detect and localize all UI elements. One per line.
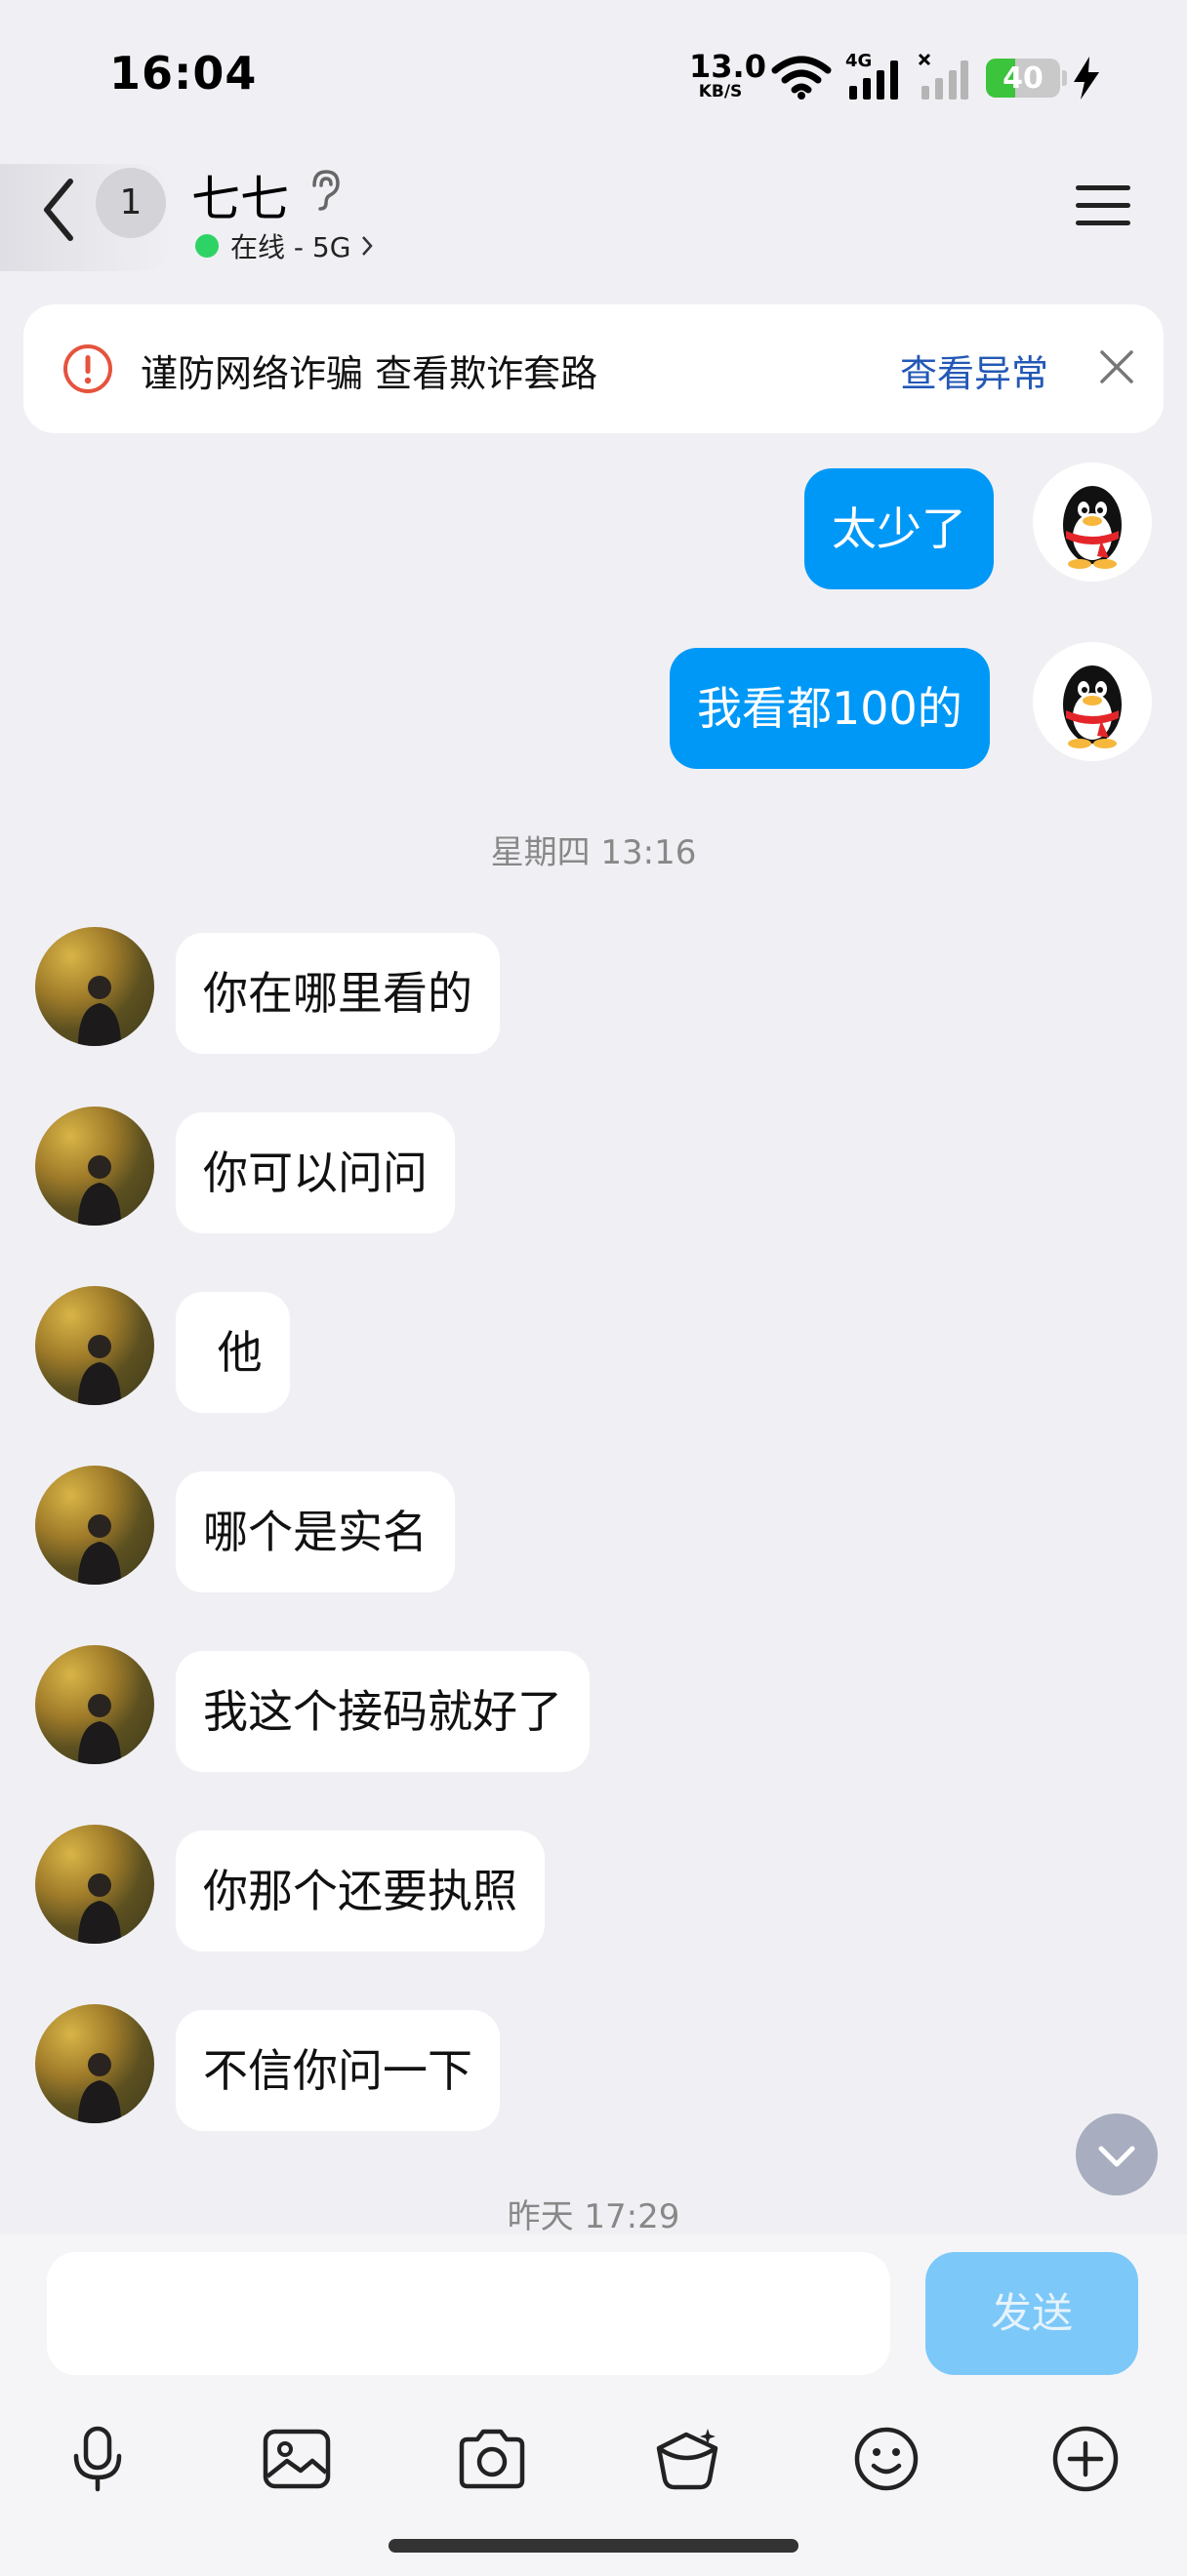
network-speed: 13.0 KB/S bbox=[689, 48, 766, 101]
emoji-button[interactable] bbox=[838, 2410, 935, 2508]
photo-button[interactable] bbox=[248, 2410, 346, 2508]
online-status[interactable]: 在线 - 5G bbox=[195, 226, 374, 265]
message-bubble-incoming[interactable]: 他 bbox=[176, 1292, 290, 1413]
signal-no-service-icon bbox=[918, 53, 968, 100]
message-input[interactable] bbox=[47, 2252, 890, 2375]
send-button[interactable]: 发送 bbox=[925, 2252, 1138, 2375]
person-photo-icon bbox=[78, 976, 121, 1046]
status-time: 16:04 bbox=[109, 47, 258, 100]
message-bubble-incoming[interactable]: 不信你问一下 bbox=[176, 2010, 500, 2131]
close-icon[interactable] bbox=[1097, 347, 1136, 386]
person-photo-icon bbox=[78, 2053, 121, 2123]
battery-tip bbox=[1062, 70, 1067, 86]
message-bubble-incoming[interactable]: 我这个接码就好了 bbox=[176, 1651, 590, 1772]
person-photo-icon bbox=[78, 1514, 121, 1585]
battery-icon: 40 bbox=[986, 59, 1060, 98]
my-avatar[interactable] bbox=[1033, 642, 1152, 761]
battery-level: 40 bbox=[1003, 61, 1044, 96]
wifi-icon bbox=[771, 56, 832, 100]
fraud-warning-text[interactable]: 谨防网络诈骗 查看欺诈套路 bbox=[141, 343, 597, 397]
message-bubble-outgoing[interactable]: 我看都100的 bbox=[670, 648, 990, 769]
person-photo-icon bbox=[78, 1335, 121, 1405]
camera-button[interactable] bbox=[443, 2410, 541, 2508]
scroll-to-bottom-button[interactable] bbox=[1076, 2113, 1158, 2195]
back-arrow-icon[interactable] bbox=[39, 176, 78, 244]
message-list[interactable]: 太少了 我看都100的 星期四 13:16 你在哪里看的 你可以问问 他 哪个是… bbox=[0, 449, 1187, 2234]
composer-bar: 发送 bbox=[0, 2234, 1187, 2576]
home-indicator[interactable] bbox=[389, 2539, 798, 2553]
person-photo-icon bbox=[78, 1694, 121, 1764]
ear-icon bbox=[312, 170, 340, 211]
more-button[interactable] bbox=[1037, 2410, 1134, 2508]
penguin-avatar-icon bbox=[1063, 665, 1122, 748]
person-photo-icon bbox=[78, 1873, 121, 1944]
online-dot bbox=[195, 234, 219, 258]
message-bubble-incoming[interactable]: 你那个还要执照 bbox=[176, 1831, 545, 1952]
online-status-text: 在线 - 5G bbox=[230, 231, 351, 263]
network-speed-value: 13.0 bbox=[689, 48, 766, 85]
contact-name[interactable]: 七七 bbox=[191, 160, 289, 230]
menu-icon[interactable] bbox=[1074, 181, 1132, 230]
contact-avatar[interactable] bbox=[35, 1286, 154, 1405]
chat-header: 1 七七 在线 - 5G bbox=[0, 146, 1187, 293]
contact-avatar[interactable] bbox=[35, 1645, 154, 1764]
network-speed-unit: KB/S bbox=[698, 82, 743, 101]
penguin-avatar-icon bbox=[1063, 486, 1122, 569]
message-bubble-incoming[interactable]: 你在哪里看的 bbox=[176, 933, 500, 1054]
microphone-icon bbox=[73, 2426, 122, 2492]
status-bar: 16:04 13.0 KB/S 4G 40 bbox=[0, 0, 1187, 146]
camera-icon bbox=[459, 2429, 525, 2489]
contact-avatar[interactable] bbox=[35, 2004, 154, 2123]
plus-icon bbox=[1052, 2426, 1119, 2492]
message-timestamp: 星期四 13:16 bbox=[490, 833, 697, 872]
unread-count-badge[interactable]: 1 bbox=[96, 168, 166, 238]
message-bubble-incoming[interactable]: 你可以问问 bbox=[176, 1112, 455, 1233]
charging-bolt-icon bbox=[1074, 57, 1099, 100]
contact-avatar[interactable] bbox=[35, 1107, 154, 1226]
view-anomaly-link[interactable]: 查看异常 bbox=[900, 343, 1048, 397]
emoji-icon bbox=[854, 2427, 919, 2491]
chevron-down-icon bbox=[1098, 2146, 1135, 2167]
red-packet-button[interactable] bbox=[638, 2410, 736, 2508]
image-icon bbox=[263, 2429, 331, 2489]
message-bubble-outgoing[interactable]: 太少了 bbox=[804, 468, 994, 589]
person-photo-icon bbox=[78, 1155, 121, 1226]
my-avatar[interactable] bbox=[1033, 463, 1152, 582]
fraud-warning-banner: 谨防网络诈骗 查看欺诈套路 查看异常 bbox=[23, 304, 1164, 433]
voice-button[interactable] bbox=[49, 2410, 146, 2508]
message-bubble-incoming[interactable]: 哪个是实名 bbox=[176, 1471, 455, 1592]
alert-icon bbox=[63, 344, 112, 393]
message-timestamp: 昨天 17:29 bbox=[507, 2197, 680, 2234]
contact-avatar[interactable] bbox=[35, 927, 154, 1046]
contact-avatar[interactable] bbox=[35, 1466, 154, 1585]
signal-strength-icon bbox=[849, 60, 898, 100]
contact-avatar[interactable] bbox=[35, 1825, 154, 1944]
chevron-right-icon bbox=[362, 236, 374, 256]
red-packet-icon bbox=[656, 2429, 718, 2490]
